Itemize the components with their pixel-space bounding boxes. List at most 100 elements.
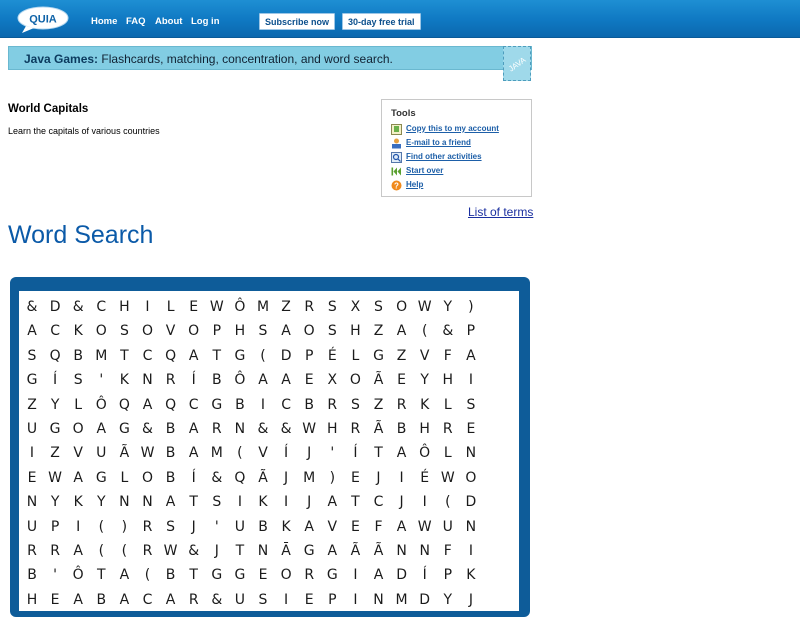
grid-letter[interactable]: A	[68, 468, 88, 488]
grid-letter[interactable]: I	[22, 443, 42, 463]
grid-letter[interactable]: I	[253, 395, 273, 415]
grid-letter[interactable]: O	[184, 321, 204, 341]
grid-letter[interactable]: J	[299, 443, 319, 463]
grid-letter[interactable]: B	[22, 565, 42, 585]
grid-letter[interactable]: A	[22, 321, 42, 341]
grid-letter[interactable]: (	[415, 321, 435, 341]
grid-letter[interactable]: (	[91, 517, 111, 537]
grid-letter[interactable]: A	[276, 321, 296, 341]
grid-letter[interactable]: T	[345, 492, 365, 512]
grid-letter[interactable]: G	[322, 565, 342, 585]
grid-letter[interactable]: A	[392, 517, 412, 537]
grid-letter[interactable]: Ā	[276, 541, 296, 561]
grid-letter[interactable]: T	[91, 565, 111, 585]
grid-letter[interactable]: '	[91, 370, 111, 390]
grid-letter[interactable]: Í	[45, 370, 65, 390]
grid-letter[interactable]: N	[461, 443, 481, 463]
grid-letter[interactable]: G	[230, 565, 250, 585]
tool-label[interactable]: Help	[406, 180, 423, 189]
word-search-grid[interactable]: & D & C H I L E W Ô M Z R S X S O W Y) A C K O S O V O P H S A O S H Z A(& P…	[19, 291, 519, 611]
grid-letter[interactable]: G	[299, 541, 319, 561]
grid-letter[interactable]: R	[138, 517, 158, 537]
grid-letter[interactable]: E	[299, 370, 319, 390]
grid-letter[interactable]: L	[68, 395, 88, 415]
grid-letter[interactable]: P	[438, 565, 458, 585]
grid-letter[interactable]: '	[45, 565, 65, 585]
grid-letter[interactable]: T	[369, 443, 389, 463]
grid-letter[interactable]: P	[461, 321, 481, 341]
grid-letter[interactable]: (	[138, 565, 158, 585]
grid-letter[interactable]: N	[114, 492, 134, 512]
grid-letter[interactable]: S	[322, 297, 342, 317]
list-of-terms-link[interactable]: List of terms	[468, 205, 533, 219]
grid-letter[interactable]: I	[276, 492, 296, 512]
grid-letter[interactable]: I	[461, 370, 481, 390]
grid-letter[interactable]: Y	[45, 395, 65, 415]
grid-letter[interactable]: A	[184, 346, 204, 366]
tool-label[interactable]: Copy this to my account	[406, 124, 499, 133]
grid-letter[interactable]: X	[345, 297, 365, 317]
tool-label[interactable]: E-mail to a friend	[406, 138, 471, 147]
grid-letter[interactable]: R	[161, 370, 181, 390]
grid-letter[interactable]: G	[114, 419, 134, 439]
grid-letter[interactable]: V	[415, 346, 435, 366]
grid-letter[interactable]: E	[22, 468, 42, 488]
grid-letter[interactable]: L	[345, 346, 365, 366]
grid-letter[interactable]: E	[253, 565, 273, 585]
grid-letter[interactable]: W	[45, 468, 65, 488]
grid-letter[interactable]: Í	[184, 370, 204, 390]
grid-letter[interactable]: R	[345, 419, 365, 439]
grid-letter[interactable]: B	[161, 419, 181, 439]
grid-letter[interactable]: U	[91, 443, 111, 463]
grid-letter[interactable]: D	[276, 346, 296, 366]
nav-about-link[interactable]: About	[155, 16, 182, 27]
grid-letter[interactable]: B	[207, 370, 227, 390]
grid-letter[interactable]: T	[184, 492, 204, 512]
grid-letter[interactable]: &	[438, 321, 458, 341]
grid-letter[interactable]: I	[461, 541, 481, 561]
grid-letter[interactable]: K	[415, 395, 435, 415]
grid-letter[interactable]: S	[207, 492, 227, 512]
grid-letter[interactable]: B	[68, 346, 88, 366]
grid-letter[interactable]: B	[161, 468, 181, 488]
grid-letter[interactable]: H	[415, 419, 435, 439]
grid-letter[interactable]: A	[184, 419, 204, 439]
grid-letter[interactable]: Z	[392, 346, 412, 366]
grid-letter[interactable]: I	[138, 297, 158, 317]
grid-letter[interactable]: K	[461, 565, 481, 585]
grid-letter[interactable]: G	[207, 565, 227, 585]
grid-letter[interactable]: O	[138, 468, 158, 488]
grid-letter[interactable]: N	[138, 370, 158, 390]
grid-letter[interactable]: W	[161, 541, 181, 561]
grid-letter[interactable]: A	[392, 443, 412, 463]
grid-letter[interactable]: B	[161, 565, 181, 585]
grid-letter[interactable]: W	[438, 468, 458, 488]
grid-letter[interactable]: M	[91, 346, 111, 366]
grid-letter[interactable]: O	[91, 321, 111, 341]
grid-letter[interactable]: C	[45, 321, 65, 341]
grid-letter[interactable]: C	[138, 346, 158, 366]
grid-letter[interactable]: Z	[45, 443, 65, 463]
grid-letter[interactable]: &	[207, 468, 227, 488]
grid-letter[interactable]: H	[114, 297, 134, 317]
grid-letter[interactable]: P	[207, 321, 227, 341]
nav-faq-link[interactable]: FAQ	[126, 16, 146, 27]
grid-letter[interactable]: E	[461, 419, 481, 439]
grid-letter[interactable]: &	[22, 297, 42, 317]
grid-letter[interactable]: )	[114, 517, 134, 537]
grid-letter[interactable]: N	[392, 541, 412, 561]
grid-letter[interactable]: Q	[161, 395, 181, 415]
grid-letter[interactable]: &	[253, 419, 273, 439]
grid-letter[interactable]: K	[276, 517, 296, 537]
grid-letter[interactable]: U	[438, 517, 458, 537]
grid-letter[interactable]: E	[345, 468, 365, 488]
grid-letter[interactable]: N	[22, 492, 42, 512]
grid-letter[interactable]: S	[161, 517, 181, 537]
grid-letter[interactable]: L	[438, 395, 458, 415]
grid-letter[interactable]: T	[184, 565, 204, 585]
grid-letter[interactable]: I	[230, 492, 250, 512]
grid-letter[interactable]: A	[91, 419, 111, 439]
grid-letter[interactable]: &	[138, 419, 158, 439]
grid-letter[interactable]: Í	[276, 443, 296, 463]
grid-letter[interactable]: Ã	[369, 370, 389, 390]
